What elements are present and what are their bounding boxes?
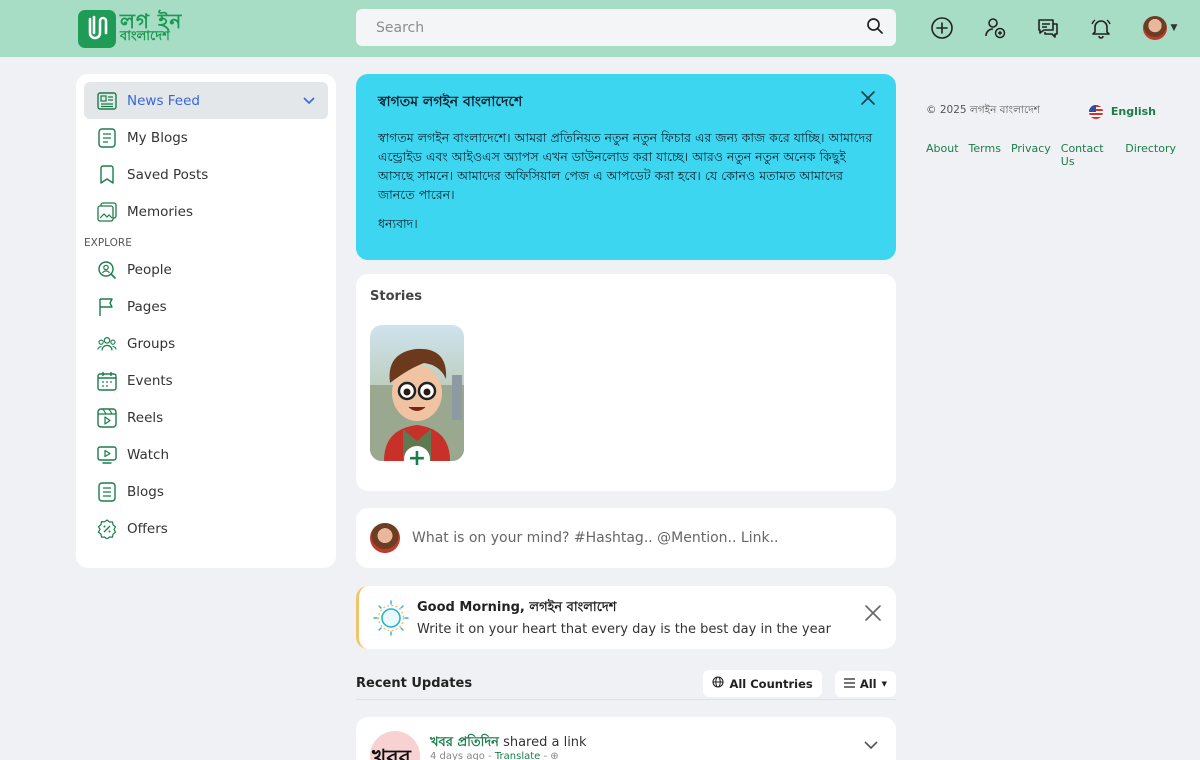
footer-link-privacy[interactable]: Privacy bbox=[1011, 142, 1051, 168]
add-user-icon[interactable] bbox=[981, 14, 1009, 42]
welcome-announcement: স্বাগতম লগইন বাংলাদেশে স্বাগতম লগইন বাংল… bbox=[356, 74, 896, 260]
avatar bbox=[1142, 16, 1167, 40]
sidebar-item-label: News Feed bbox=[127, 92, 200, 109]
logo-mark bbox=[78, 10, 116, 48]
caret-down-icon: ▼ bbox=[881, 680, 887, 688]
sidebar-item-my-blogs[interactable]: My Blogs bbox=[84, 119, 328, 156]
type-filter-label: All bbox=[859, 677, 877, 691]
sidebar-item-label: Watch bbox=[127, 446, 170, 463]
type-filter-button[interactable]: All ▼ bbox=[834, 671, 896, 697]
menu-lines-icon bbox=[843, 677, 855, 691]
greeting-message: Write it on your heart that every day is… bbox=[417, 622, 831, 637]
post-author[interactable]: খবর প্রতিদিন bbox=[430, 735, 499, 750]
sidebar-item-label: Pages bbox=[127, 298, 167, 315]
sidebar-item-label: Groups bbox=[127, 335, 176, 352]
right-footer: © 2025 লগইন বাংলাদেশ English About Terms… bbox=[926, 103, 1176, 168]
offer-tag-icon bbox=[97, 518, 117, 539]
people-search-icon bbox=[97, 260, 117, 280]
sidebar-item-watch[interactable]: Watch bbox=[84, 436, 328, 473]
search-bar bbox=[356, 9, 896, 46]
feed-post: খবর খবর প্রতিদিন shared a link 4 days ag… bbox=[356, 717, 896, 760]
sidebar-item-reels[interactable]: Reels bbox=[84, 399, 328, 436]
watch-icon bbox=[97, 445, 117, 465]
sidebar-item-offers[interactable]: Offers bbox=[84, 510, 328, 547]
language-label: English bbox=[1110, 105, 1156, 118]
newspaper-icon bbox=[97, 91, 117, 111]
close-icon[interactable] bbox=[860, 90, 876, 110]
sidebar-item-label: Memories bbox=[127, 203, 194, 220]
site-logo[interactable]: লগ ইন বাংলাদেশ bbox=[78, 10, 182, 48]
sidebar-item-label: Reels bbox=[127, 409, 164, 426]
flag-icon bbox=[97, 297, 117, 317]
welcome-thanks: ধন্যবাদ। bbox=[378, 216, 418, 231]
footer-link-about[interactable]: About bbox=[926, 142, 959, 168]
sidebar-item-events[interactable]: Events bbox=[84, 362, 328, 399]
page-logo[interactable]: খবর bbox=[370, 731, 420, 760]
globe-icon: ⊕ bbox=[550, 751, 559, 760]
groups-icon bbox=[97, 334, 117, 354]
sidebar-item-label: Saved Posts bbox=[127, 166, 209, 183]
search-input[interactable] bbox=[376, 19, 866, 36]
copyright: © 2025 লগইন বাংলাদেশ bbox=[926, 104, 1040, 116]
welcome-title: স্বাগতম লগইন বাংলাদেশে bbox=[378, 94, 523, 110]
caret-down-icon: ▼ bbox=[1170, 23, 1178, 33]
stories-title: Stories bbox=[370, 289, 422, 304]
bell-icon[interactable] bbox=[1087, 14, 1115, 42]
sidebar-item-pages[interactable]: Pages bbox=[84, 288, 328, 325]
photos-icon bbox=[97, 201, 117, 222]
sidebar-item-label: Blogs bbox=[127, 483, 164, 500]
close-icon[interactable] bbox=[864, 604, 882, 626]
footer-link-terms[interactable]: Terms bbox=[969, 142, 1001, 168]
sidebar-item-label: My Blogs bbox=[127, 129, 188, 146]
post-composer bbox=[356, 508, 896, 568]
create-plus-icon[interactable] bbox=[928, 14, 956, 42]
sidebar-item-news-feed[interactable]: News Feed bbox=[84, 82, 328, 119]
bookmark-icon bbox=[97, 164, 117, 185]
left-sidebar: News Feed My Blogs Saved Posts Memories … bbox=[76, 74, 336, 568]
stories-section: Stories + bbox=[356, 274, 896, 491]
sidebar-item-label: People bbox=[127, 261, 172, 278]
post-action: shared a link bbox=[498, 735, 587, 750]
sidebar-item-label: Offers bbox=[127, 520, 168, 537]
greeting-card: Good Morning, লগইন বাংলাদেশ Write it on … bbox=[356, 586, 896, 649]
user-menu[interactable]: ▼ bbox=[1140, 14, 1180, 42]
sidebar-item-label: Events bbox=[127, 372, 173, 389]
translate-link[interactable]: Translate bbox=[495, 751, 540, 760]
sidebar-item-memories[interactable]: Memories bbox=[84, 193, 328, 230]
footer-link-directory[interactable]: Directory bbox=[1125, 142, 1176, 168]
post-time[interactable]: 4 days ago bbox=[430, 751, 485, 760]
chevron-down-icon[interactable] bbox=[864, 735, 878, 754]
sidebar-item-groups[interactable]: Groups bbox=[84, 325, 328, 362]
post-meta: 4 days ago - Translate - ⊕ bbox=[430, 751, 559, 760]
document-icon bbox=[97, 127, 117, 148]
recent-updates-bar: Recent Updates All Countries All ▼ bbox=[356, 668, 896, 700]
post-input[interactable] bbox=[412, 530, 882, 546]
top-navbar: লগ ইন বাংলাদেশ ▼ bbox=[0, 0, 1200, 57]
us-flag-icon bbox=[1088, 104, 1103, 119]
country-filter-button[interactable]: All Countries bbox=[703, 670, 822, 697]
create-story-card[interactable] bbox=[370, 325, 464, 461]
messages-icon[interactable] bbox=[1034, 14, 1062, 42]
logo-line1: লগ ইন bbox=[120, 9, 183, 33]
avatar bbox=[370, 523, 400, 553]
recent-updates-title: Recent Updates bbox=[356, 676, 473, 691]
add-story-button[interactable]: + bbox=[404, 446, 430, 472]
country-filter-label: All Countries bbox=[729, 676, 813, 691]
reels-icon bbox=[97, 407, 117, 428]
chevron-down-icon[interactable] bbox=[303, 93, 315, 109]
explore-heading: EXPLORE bbox=[84, 237, 132, 249]
globe-icon bbox=[712, 676, 725, 691]
greeting-title: Good Morning, লগইন বাংলাদেশ bbox=[417, 600, 617, 615]
welcome-body: স্বাগতম লগইন বাংলাদেশে। আমরা প্রতিনিয়ত … bbox=[378, 130, 873, 202]
sidebar-item-people[interactable]: People bbox=[84, 251, 328, 288]
language-selector[interactable]: English bbox=[1088, 104, 1156, 119]
blog-icon bbox=[97, 481, 117, 502]
sidebar-item-saved-posts[interactable]: Saved Posts bbox=[84, 156, 328, 193]
footer-link-contact[interactable]: Contact Us bbox=[1061, 142, 1116, 168]
search-icon[interactable] bbox=[866, 17, 884, 39]
calendar-icon bbox=[97, 371, 117, 391]
sun-icon bbox=[373, 599, 409, 636]
sidebar-item-blogs[interactable]: Blogs bbox=[84, 473, 328, 510]
